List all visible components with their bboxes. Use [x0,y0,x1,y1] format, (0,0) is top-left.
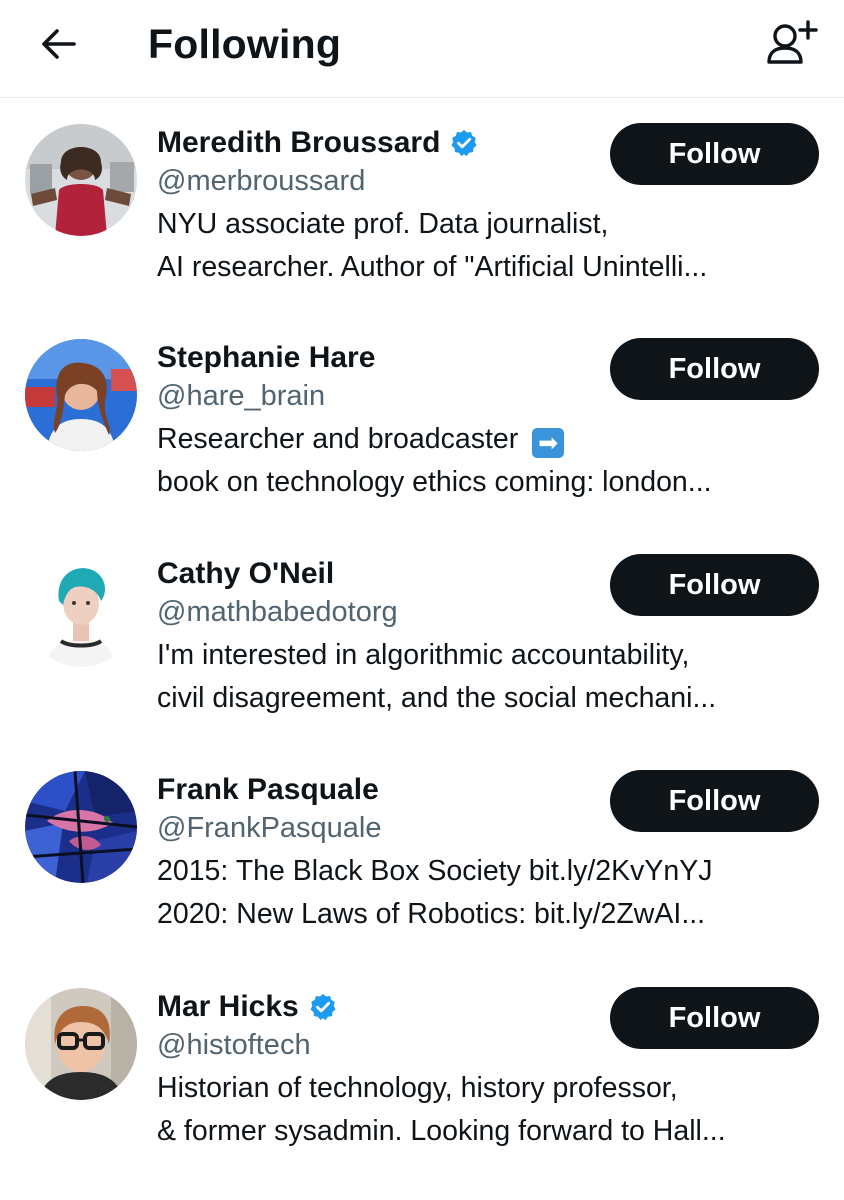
back-button[interactable] [36,22,80,66]
verified-badge-icon [449,128,479,158]
name-line: Cathy O'Neil [157,554,334,594]
user-bio-line: civil disagreement, and the social mecha… [157,682,717,714]
user-handle[interactable]: @hare_brain [157,377,325,415]
user-bio-line: NYU associate prof. Data journalist, [157,208,609,240]
user-handle[interactable]: @merbroussard [157,162,365,200]
arrow-left-icon [42,29,76,59]
user-name[interactable]: Meredith Broussard [157,123,440,163]
user-bio-line: & former sysadmin. Looking forward to Ha… [157,1115,726,1147]
user-name[interactable]: Mar Hicks [157,987,299,1027]
verified-badge-icon [308,992,338,1022]
user-bio-line: book on technology ethics coming: london… [157,466,712,498]
avatar[interactable] [25,988,137,1100]
name-line: Meredith Broussard [157,123,479,163]
user-name[interactable]: Stephanie Hare [157,338,375,378]
user-row[interactable]: Mar Hicks @histoftech Historian of techn… [0,963,844,1179]
avatar[interactable] [25,555,137,667]
user-name[interactable]: Frank Pasquale [157,770,379,810]
follow-button[interactable]: Follow [610,770,819,832]
follow-button[interactable]: Follow [610,123,819,185]
follow-button[interactable]: Follow [610,554,819,616]
user-row[interactable]: Meredith Broussard @merbroussard NYU ass… [0,99,844,315]
name-line: Mar Hicks [157,987,338,1027]
name-line: Stephanie Hare [157,338,375,378]
add-user-icon [767,20,818,64]
user-row[interactable]: Cathy O'Neil @mathbabedotorg I'm interes… [0,530,844,746]
follow-button[interactable]: Follow [610,338,819,400]
user-name[interactable]: Cathy O'Neil [157,554,334,594]
user-row[interactable]: Stephanie Hare @hare_brain Researcher an… [0,314,844,530]
bio-text: Researcher and broadcaster [157,423,519,455]
user-handle[interactable]: @mathbabedotorg [157,593,398,631]
user-handle[interactable]: @histoftech [157,1026,311,1064]
arrow-right-emoji-icon: ➡ [532,428,565,458]
top-app-bar: Following [0,0,844,98]
user-handle[interactable]: @FrankPasquale [157,809,382,847]
user-bio-line: Historian of technology, history profess… [157,1072,678,1104]
add-user-button[interactable] [764,16,822,68]
user-row[interactable]: Frank Pasquale @FrankPasquale 2015: The … [0,746,844,962]
user-bio-line: 2020: New Laws of Robotics: bit.ly/2ZwAI… [157,898,706,930]
user-bio-line: I'm interested in algorithmic accountabi… [157,639,690,671]
avatar[interactable] [25,124,137,236]
follow-button[interactable]: Follow [610,987,819,1049]
name-line: Frank Pasquale [157,770,379,810]
avatar[interactable] [25,771,137,883]
user-bio-line: AI researcher. Author of "Artificial Uni… [157,251,708,283]
avatar[interactable] [25,339,137,451]
user-bio-line: Researcher and broadcaster ➡ [157,419,817,459]
page-title: Following [148,21,342,67]
user-bio-line: 2015: The Black Box Society bit.ly/2KvYn… [157,855,713,887]
